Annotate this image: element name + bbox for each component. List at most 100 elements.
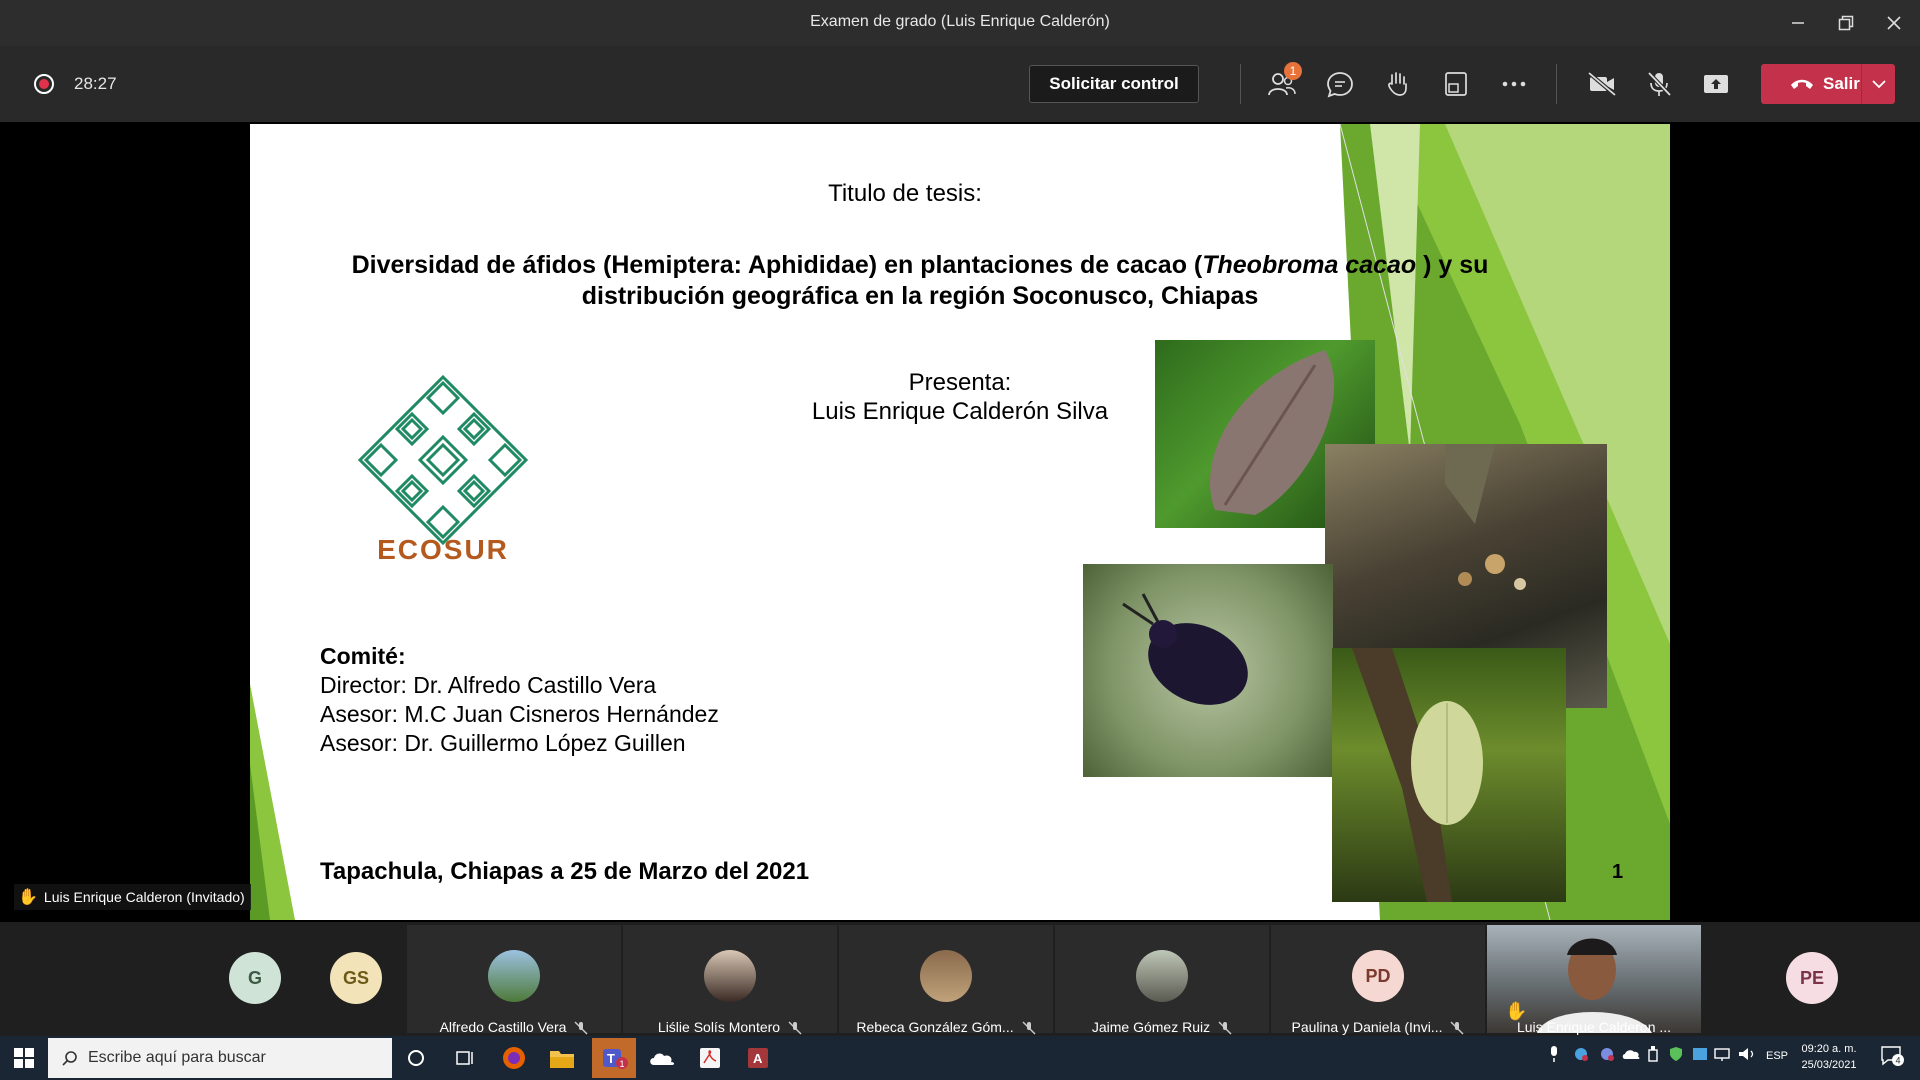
taskbar-search-input[interactable]: Escribe aquí para buscar bbox=[48, 1038, 392, 1078]
committee-heading: Comité: bbox=[320, 643, 406, 669]
microphone-icon bbox=[1551, 1046, 1557, 1062]
participant-tile[interactable]: Liślie Solís Montero bbox=[623, 925, 837, 1035]
restore-button[interactable] bbox=[1822, 0, 1870, 46]
participant-photo bbox=[920, 950, 972, 1002]
taskbar-clock[interactable]: 09:20 a. m. 25/03/2021 bbox=[1794, 1041, 1864, 1073]
camera-off-icon bbox=[1587, 71, 1617, 97]
tray-app-icon[interactable] bbox=[1598, 1046, 1616, 1065]
microphone-toggle-button[interactable] bbox=[1643, 68, 1675, 100]
leave-divider bbox=[1861, 64, 1862, 104]
request-control-button[interactable]: Solicitar control bbox=[1029, 65, 1199, 103]
participants-button[interactable]: 1 bbox=[1266, 62, 1302, 100]
clock-date: 25/03/2021 bbox=[1801, 1059, 1857, 1071]
presentation-slide: Titulo de tesis: Diversidad de áfidos (H… bbox=[250, 124, 1670, 920]
participant-name: Jaime Gómez Ruiz bbox=[1055, 1019, 1269, 1035]
start-button[interactable] bbox=[8, 1042, 40, 1074]
chat-icon bbox=[1327, 72, 1353, 98]
close-window-button[interactable] bbox=[1870, 0, 1918, 46]
photo-cacao-pod bbox=[1332, 648, 1566, 902]
taskbar-app-pdf[interactable] bbox=[694, 1042, 726, 1074]
more-actions-button[interactable] bbox=[1498, 68, 1530, 100]
thesis-title: Diversidad de áfidos (Hemiptera: Aphidid… bbox=[340, 250, 1500, 312]
leave-button[interactable]: Salir bbox=[1761, 64, 1895, 104]
clock-time: 09:20 a. m. bbox=[1801, 1043, 1857, 1055]
firefox-icon bbox=[503, 1047, 525, 1069]
participants-strip: G GS Alfredo Castillo Vera Liślie Solís … bbox=[0, 922, 1920, 1036]
share-screen-button[interactable] bbox=[1700, 68, 1732, 100]
tray-network-icon[interactable] bbox=[1572, 1046, 1590, 1065]
tray-microphone-icon[interactable] bbox=[1548, 1046, 1560, 1065]
presenta-label: Presenta: bbox=[908, 369, 1012, 396]
slide-page-number: 1 bbox=[1612, 861, 1624, 883]
windows-icon bbox=[14, 1048, 34, 1068]
presenter-name-label: ✋ Luis Enrique Calderon (Invitado) bbox=[14, 884, 251, 910]
chevron-down-icon[interactable] bbox=[1872, 79, 1886, 89]
folder-icon bbox=[550, 1051, 574, 1068]
browser-icon bbox=[1693, 1048, 1707, 1060]
language-indicator[interactable]: ESP bbox=[1766, 1050, 1788, 1062]
camera-toggle-button[interactable] bbox=[1586, 68, 1618, 100]
participant-tile[interactable]: Rebeca González Góm... bbox=[839, 925, 1053, 1035]
participant-name: Paulina y Daniela (Invi... bbox=[1271, 1019, 1485, 1035]
tray-wifi-icon[interactable] bbox=[1714, 1046, 1732, 1065]
task-view-button[interactable] bbox=[448, 1042, 480, 1074]
taskbar-app-file-explorer[interactable] bbox=[546, 1042, 578, 1074]
cloud-icon bbox=[1622, 1050, 1640, 1059]
restore-icon bbox=[1838, 15, 1854, 31]
cortana-button[interactable] bbox=[400, 1042, 432, 1074]
meeting-timer: 28:27 bbox=[74, 74, 117, 93]
tray-apps-icon bbox=[1575, 1048, 1588, 1061]
rooms-button[interactable] bbox=[1440, 68, 1472, 100]
cortana-icon bbox=[408, 1050, 424, 1066]
taskbar-app-onedrive[interactable] bbox=[646, 1042, 678, 1074]
window-title: Examen de grado (Luis Enrique Calderón) bbox=[810, 13, 1110, 30]
participant-avatar[interactable]: PE bbox=[1786, 952, 1838, 1004]
action-center-button[interactable]: 4 bbox=[1880, 1045, 1904, 1070]
ecosur-logo-text: ECOSUR bbox=[377, 534, 509, 565]
participant-video-tile[interactable]: ✋ Luis Enrique Calderon ... bbox=[1487, 925, 1701, 1035]
taskbar-app-access[interactable]: A bbox=[742, 1042, 774, 1074]
search-icon bbox=[62, 1051, 77, 1066]
svg-text:T: T bbox=[607, 1051, 615, 1066]
thesis-title-part1: Diversidad de áfidos (Hemiptera: Aphidid… bbox=[351, 251, 1203, 279]
participant-tile[interactable]: Alfredo Castillo Vera bbox=[407, 925, 621, 1035]
tray-usb-icon[interactable] bbox=[1646, 1046, 1660, 1065]
microphone-off-icon bbox=[788, 1021, 802, 1035]
committee-block: Comité: Director: Dr. Alfredo Castillo V… bbox=[320, 642, 719, 758]
reactions-button[interactable] bbox=[1382, 68, 1414, 100]
participant-tile[interactable]: PD Paulina y Daniela (Invi... bbox=[1271, 925, 1485, 1035]
more-icon bbox=[1502, 81, 1526, 87]
microphone-off-icon bbox=[1218, 1021, 1232, 1035]
svg-text:1: 1 bbox=[620, 1059, 625, 1069]
committee-member: Director: Dr. Alfredo Castillo Vera bbox=[320, 672, 657, 698]
svg-text:4: 4 bbox=[1896, 1056, 1901, 1066]
participant-avatar[interactable]: G bbox=[229, 952, 281, 1004]
chat-button[interactable] bbox=[1324, 68, 1356, 100]
tray-browser-icon[interactable] bbox=[1692, 1046, 1708, 1065]
minimize-button[interactable] bbox=[1774, 0, 1822, 46]
place-date: Tapachula, Chiapas a 25 de Marzo del 202… bbox=[320, 858, 810, 885]
presenter-name: Luis Enrique Calderón Silva bbox=[811, 398, 1109, 425]
participant-tile[interactable]: Jaime Gómez Ruiz bbox=[1055, 925, 1269, 1035]
participant-avatar[interactable]: GS bbox=[330, 952, 382, 1004]
toolbar-divider bbox=[1556, 64, 1557, 104]
microphone-off-icon bbox=[574, 1021, 588, 1035]
windows-taskbar: Escribe aquí para buscar T1 A ESP 09:20 … bbox=[0, 1036, 1920, 1080]
photo-aphid-closeup bbox=[1083, 564, 1333, 777]
taskbar-app-firefox[interactable] bbox=[498, 1042, 530, 1074]
tray-volume-icon[interactable] bbox=[1738, 1046, 1756, 1065]
committee-member: Asesor: M.C Juan Cisneros Hernández bbox=[320, 701, 719, 727]
tray-security-icon[interactable] bbox=[1668, 1046, 1684, 1065]
task-view-icon bbox=[456, 1051, 473, 1065]
hang-up-icon bbox=[1791, 79, 1813, 89]
tray-onedrive-icon[interactable] bbox=[1622, 1046, 1640, 1065]
cloud-icon bbox=[650, 1053, 675, 1065]
meeting-toolbar: 28:27 Solicitar control 1 Salir bbox=[0, 46, 1920, 122]
microphone-off-icon bbox=[1647, 71, 1672, 97]
notifications-icon: 4 bbox=[1881, 1046, 1904, 1066]
pdf-icon bbox=[700, 1048, 720, 1068]
raise-hand-icon bbox=[1388, 72, 1407, 96]
taskbar-app-teams[interactable]: T1 bbox=[592, 1038, 636, 1078]
search-placeholder: Escribe aquí para buscar bbox=[88, 1049, 266, 1066]
aphid-illustration bbox=[1122, 593, 1248, 705]
